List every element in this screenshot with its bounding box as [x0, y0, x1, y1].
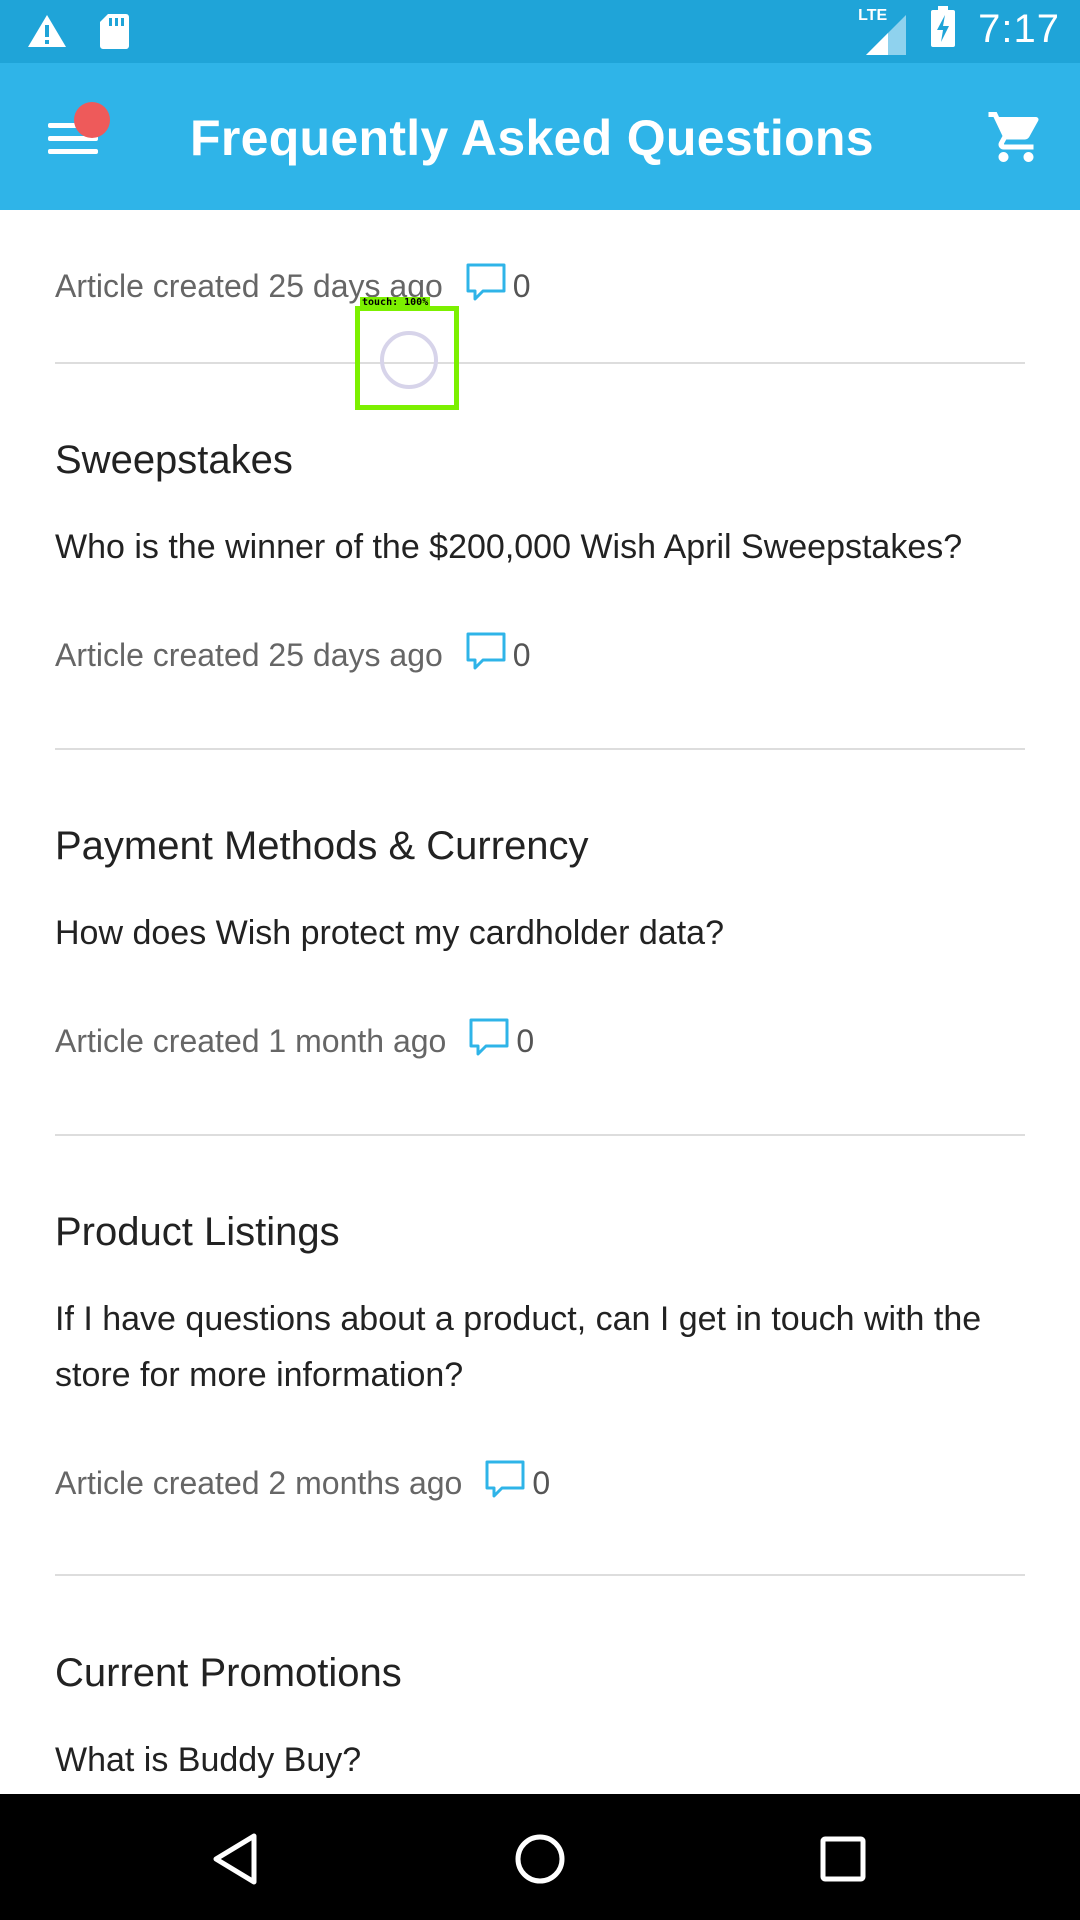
- touch-label: touch: 100%: [360, 297, 431, 308]
- comment-count: 0: [516, 1022, 535, 1059]
- page-title: Frequently Asked Questions: [190, 110, 874, 166]
- cart-icon: [986, 112, 1046, 171]
- clock: 7:17: [978, 7, 1060, 51]
- article-date: Article created 1 month ago: [55, 1022, 447, 1059]
- article-date: Article created 25 days ago: [55, 636, 443, 673]
- list-item[interactable]: Product Listings If I have questions abo…: [55, 1210, 1025, 1507]
- divider: [55, 1574, 1025, 1576]
- list-item[interactable]: Sweepstakes Who is the winner of the $20…: [55, 438, 1025, 679]
- recents-icon: [808, 1836, 878, 1898]
- lte-label: LTE: [858, 6, 888, 24]
- article-question[interactable]: Who is the winner of the $200,000 Wish A…: [55, 519, 1025, 575]
- sd-card-icon: [98, 12, 130, 55]
- article-meta: Article created 25 days ago 0: [55, 262, 1025, 310]
- notification-dot: [74, 102, 110, 138]
- article-category: Payment Methods & Currency: [55, 824, 589, 868]
- article-question[interactable]: What is Buddy Buy?: [55, 1732, 1025, 1788]
- warning-icon: [26, 13, 68, 54]
- comment-count: 0: [512, 636, 531, 673]
- cart-button[interactable]: [986, 107, 1046, 167]
- touch-indicator: touch: 100%: [355, 297, 459, 410]
- article-category: Product Listings: [55, 1210, 340, 1254]
- recents-button[interactable]: [808, 1824, 878, 1894]
- divider: [55, 1134, 1025, 1136]
- article-question[interactable]: How does Wish protect my cardholder data…: [55, 905, 1025, 961]
- comment-icon: [484, 1459, 526, 1507]
- article-meta: Article created 1 month ago 0: [55, 1017, 1025, 1065]
- article-question[interactable]: If I have questions about a product, can…: [55, 1291, 1025, 1403]
- article-meta: Article created 2 months ago 0: [55, 1459, 1025, 1507]
- comment-count: 0: [512, 267, 531, 304]
- system-nav-bar: [0, 1794, 1080, 1920]
- battery-charging-icon: [930, 6, 956, 53]
- comment-count: 0: [532, 1464, 551, 1501]
- home-button[interactable]: [505, 1824, 575, 1894]
- back-icon: [202, 1833, 272, 1898]
- comment-icon: [465, 262, 507, 310]
- lte-signal-icon: LTE: [858, 6, 908, 55]
- home-icon: [505, 1834, 575, 1898]
- comment-icon: [465, 631, 507, 679]
- divider: [55, 748, 1025, 750]
- touch-ring: [380, 331, 438, 389]
- article-category: Current Promotions: [55, 1651, 402, 1695]
- faq-article-list: Article created 25 days ago 0 Sweepstake…: [0, 210, 1080, 1794]
- article-category: Sweepstakes: [55, 438, 293, 482]
- article-date: Article created 2 months ago: [55, 1464, 463, 1501]
- list-item[interactable]: Article created 25 days ago 0: [55, 262, 1025, 310]
- comment-icon: [468, 1017, 510, 1065]
- list-item[interactable]: Payment Methods & Currency How does Wish…: [55, 824, 1025, 1065]
- divider: [55, 362, 1025, 364]
- list-item[interactable]: Current Promotions What is Buddy Buy?: [55, 1651, 1025, 1788]
- status-bar: LTE 7:17: [0, 0, 1080, 63]
- article-meta: Article created 25 days ago 0: [55, 631, 1025, 679]
- back-button[interactable]: [202, 1824, 272, 1894]
- app-bar: Frequently Asked Questions: [0, 63, 1080, 210]
